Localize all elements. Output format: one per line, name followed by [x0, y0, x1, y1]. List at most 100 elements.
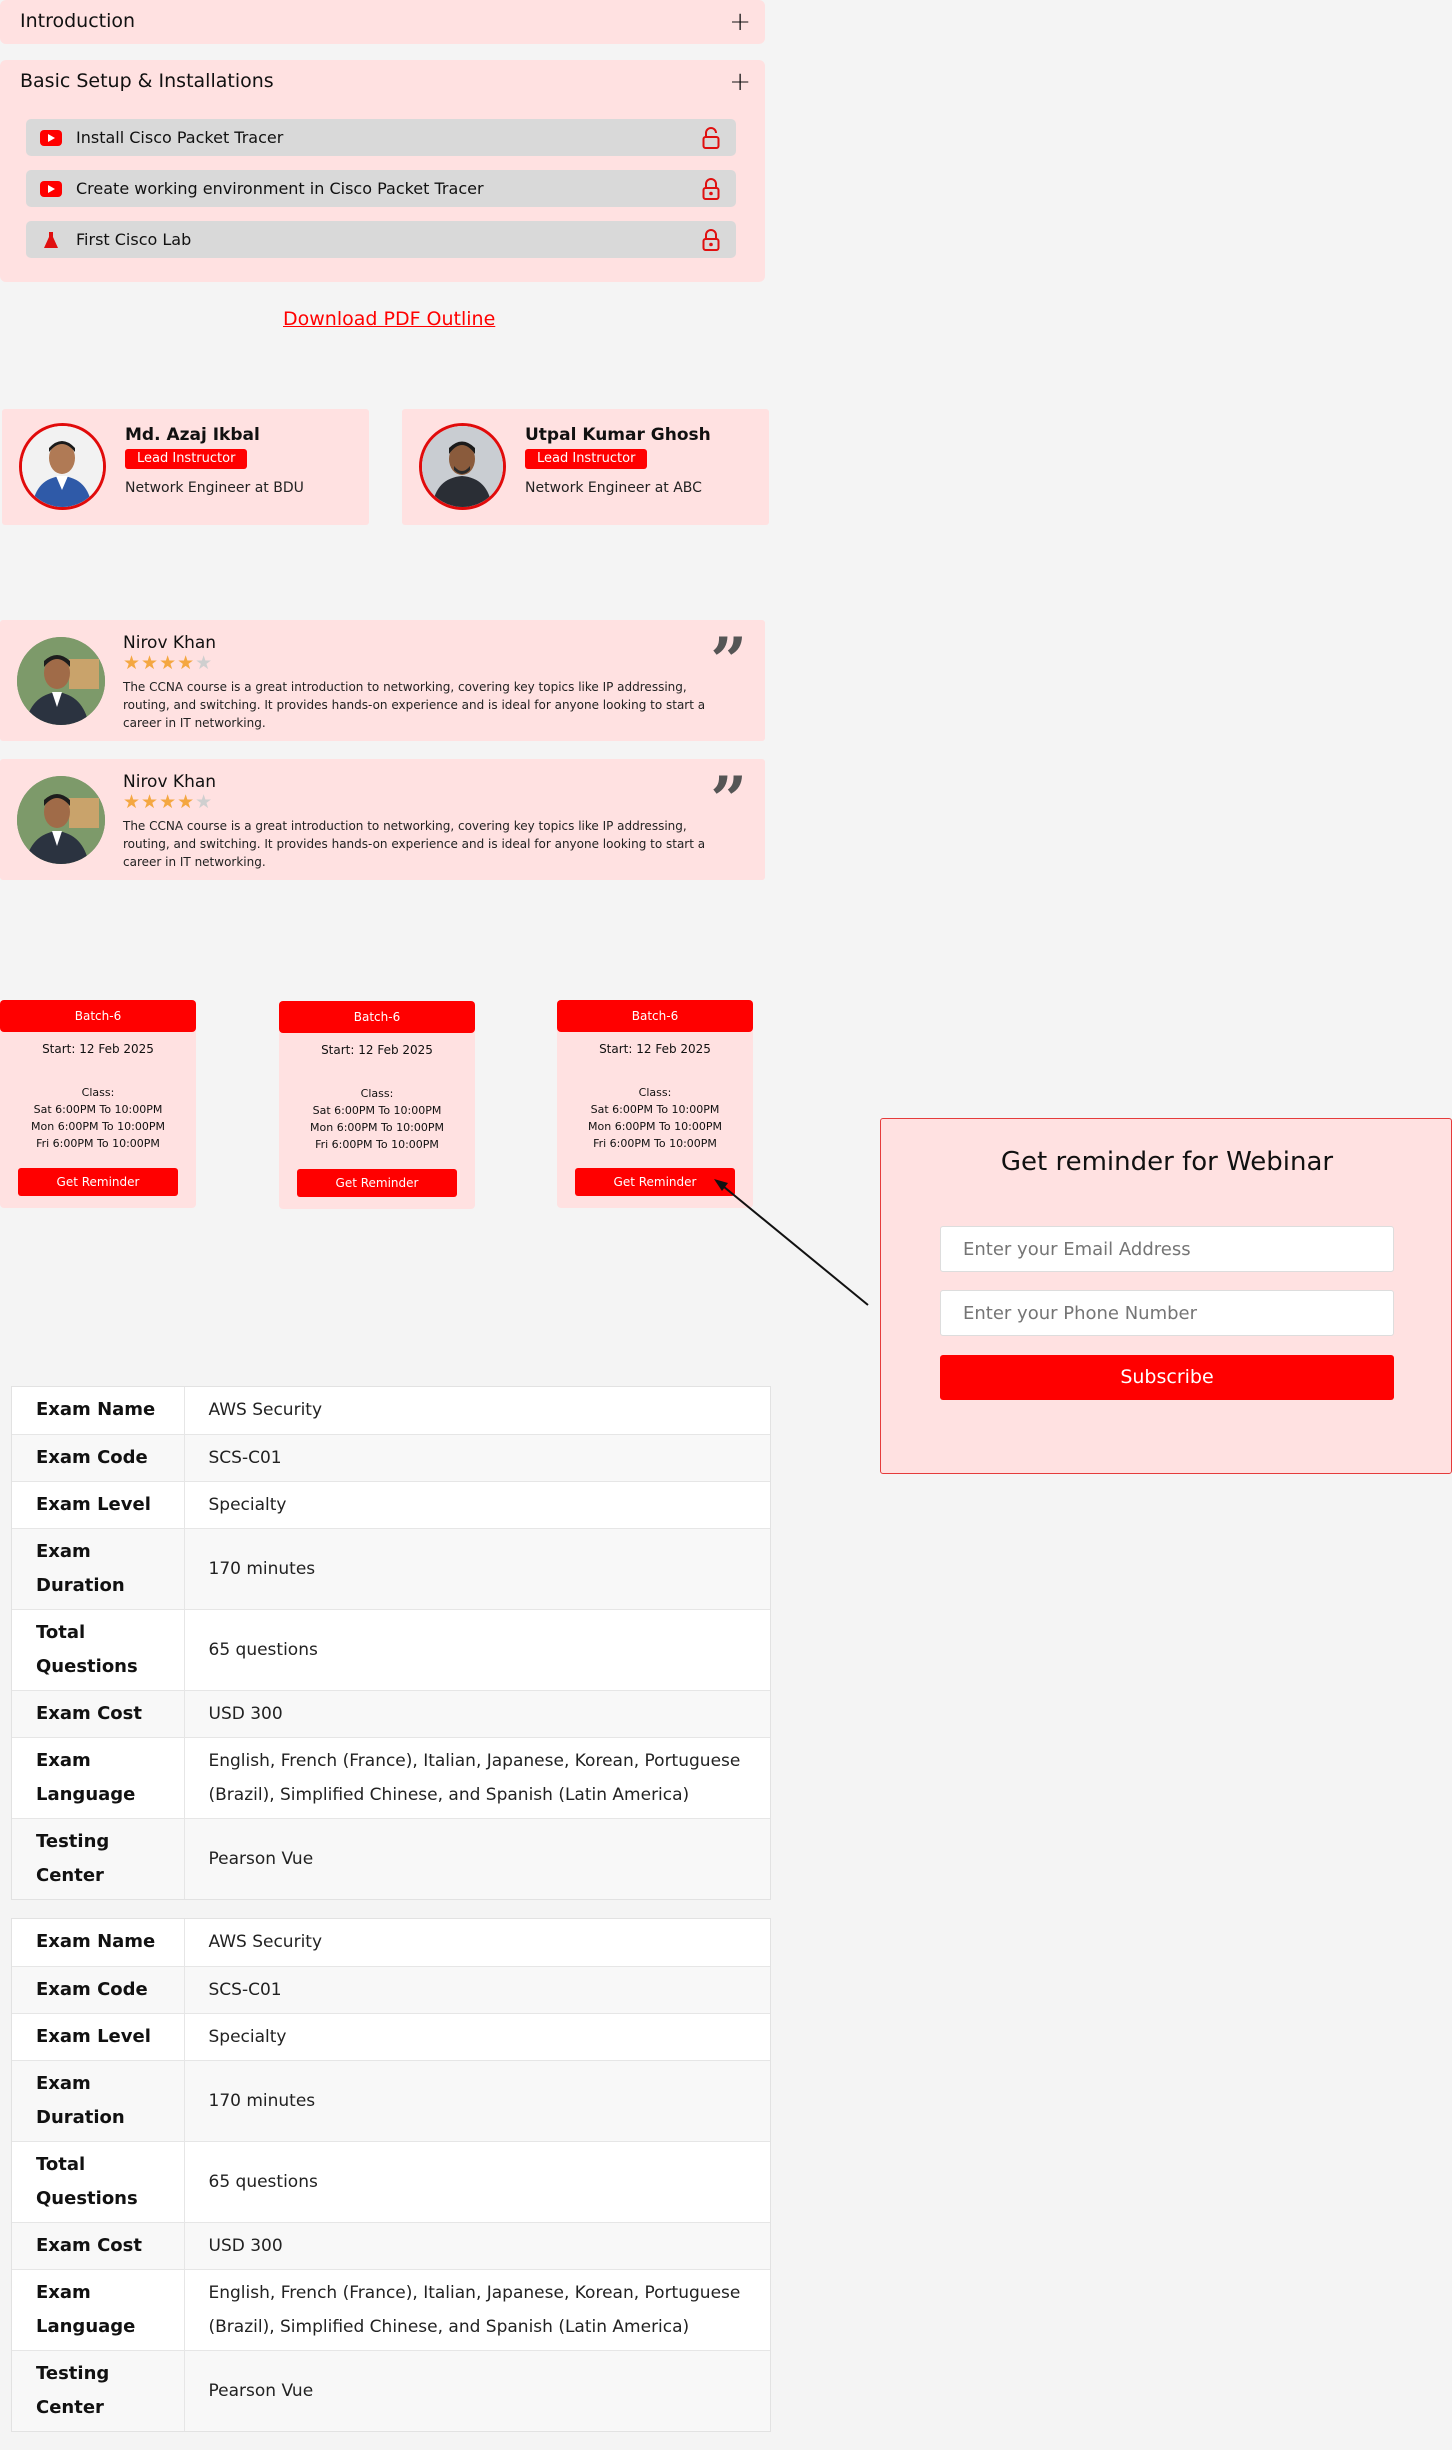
row-value: AWS Security	[208, 1400, 323, 1421]
schedule-line: Sat 6:00PM To 10:00PM	[312, 1104, 442, 1117]
row-key: Testing Center	[12, 2349, 185, 2431]
avatar	[419, 423, 506, 510]
arrow-connector	[714, 1179, 869, 1306]
row-key: Exam Code	[12, 1965, 185, 2013]
instructor-card: Utpal Kumar Ghosh Lead Instructor Networ…	[402, 409, 769, 525]
lesson-item[interactable]: Install Cisco Packet Tracer	[26, 119, 736, 156]
table-row: Testing Center Pearson Vue	[12, 2349, 770, 2431]
row-value: USD 300	[184, 2221, 770, 2269]
review-card: Nirov Khan ★★★★★ The CCNA course is a gr…	[0, 759, 765, 880]
email-field[interactable]	[940, 1226, 1394, 1272]
download-pdf-link[interactable]: Download PDF Outline	[283, 308, 495, 330]
star-empty-icon: ★	[195, 791, 214, 813]
exam-details-table: Exam Name AWS Security Exam Code SCS-C01 E…	[11, 1918, 771, 2432]
lock-icon[interactable]	[702, 178, 720, 200]
reviewer-name: Nirov Khan	[123, 633, 217, 653]
phone-field[interactable]	[940, 1290, 1394, 1336]
row-value: English, French (France), Italian, Japan…	[184, 1736, 770, 1818]
table-row: Exam Duration 170 minutes	[12, 2059, 770, 2141]
table-row: Exam Level Specialty	[12, 2012, 770, 2060]
flask-icon	[44, 232, 58, 248]
webinar-title: Get reminder for Webinar	[1000, 1147, 1334, 1177]
schedule-line: Sat 6:00PM To 10:00PM	[33, 1103, 163, 1116]
schedule-line: Mon 6:00PM To 10:00PM	[31, 1120, 165, 1133]
table-row: Exam Code SCS-C01	[12, 1433, 770, 1481]
star-icon: ★★★★	[123, 791, 196, 813]
schedule-line: Fri 6:00PM To 10:00PM	[593, 1137, 717, 1150]
table-row: Testing Center Pearson Vue	[12, 1817, 770, 1899]
instructor-role: Network Engineer at ABC	[525, 480, 702, 496]
batch-title: Batch-6	[279, 1001, 475, 1033]
table-row: Exam Name AWS Security	[12, 1387, 770, 1434]
accordion-introduction[interactable]: Introduction +	[0, 0, 765, 44]
row-key: Testing Center	[12, 1817, 185, 1899]
table-row: Exam Code SCS-C01	[12, 1965, 770, 2013]
batch-start-date: Start: 12 Feb 2025	[599, 1042, 711, 1056]
lesson-label: First Cisco Lab	[76, 230, 192, 249]
youtube-icon	[40, 130, 62, 146]
avatar	[17, 637, 105, 725]
schedule-line: Fri 6:00PM To 10:00PM	[36, 1137, 160, 1150]
row-value: SCS-C01	[184, 1433, 770, 1481]
subscribe-button[interactable]: Subscribe	[940, 1355, 1394, 1400]
table-row: Total Questions 65 questions	[12, 1608, 770, 1690]
unlock-icon[interactable]	[702, 127, 720, 149]
table-row: Exam Duration 170 minutes	[12, 1527, 770, 1609]
get-reminder-button[interactable]: Get Reminder	[18, 1168, 178, 1196]
row-key: Total Questions	[12, 1608, 185, 1690]
quote-icon: ”	[710, 763, 747, 838]
row-key: Exam Cost	[12, 2221, 185, 2269]
batch-title: Batch-6	[0, 1000, 196, 1032]
batch-schedule: Class: Sat 6:00PM To 10:00PM Mon 6:00PM …	[0, 1084, 196, 1152]
lesson-item[interactable]: First Cisco Lab	[26, 221, 736, 258]
row-value: 170 minutes	[184, 1527, 770, 1609]
row-key: Exam Level	[12, 2012, 185, 2060]
row-key: Exam Language	[12, 2268, 185, 2350]
row-key: Exam Duration	[12, 2059, 185, 2141]
row-value: English, French (France), Italian, Japan…	[184, 2268, 770, 2350]
review-card: Nirov Khan ★★★★★ The CCNA course is a gr…	[0, 620, 765, 741]
instructor-name: Md. Azaj Ikbal	[125, 425, 260, 445]
avatar	[19, 423, 106, 510]
row-key: Exam Name	[12, 1919, 185, 1966]
row-value: 65 questions	[184, 2140, 770, 2222]
table-row: Exam Level Specialty	[12, 1480, 770, 1528]
batch-card: Batch-6 Start: 12 Feb 2025 Class: Sat 6:…	[279, 1001, 475, 1209]
quote-icon: ”	[710, 624, 747, 699]
get-reminder-button[interactable]: Get Reminder	[297, 1169, 457, 1197]
avatar	[17, 776, 105, 864]
class-label: Class:	[360, 1087, 394, 1100]
batch-start-date: Start: 12 Feb 2025	[42, 1042, 154, 1056]
lead-instructor-badge: Lead Instructor	[525, 449, 648, 469]
row-key: Exam Code	[12, 1433, 185, 1481]
row-key: Exam Duration	[12, 1527, 185, 1609]
row-key: Exam Level	[12, 1480, 185, 1528]
batch-schedule: Class: Sat 6:00PM To 10:00PM Mon 6:00PM …	[557, 1084, 753, 1152]
lock-icon[interactable]	[702, 229, 720, 251]
plus-icon[interactable]: +	[729, 69, 751, 95]
row-value: Specialty	[184, 1480, 770, 1528]
review-text: The CCNA course is a great introduction …	[123, 680, 706, 730]
row-value: USD 300	[184, 1689, 770, 1737]
table-row: Total Questions 65 questions	[12, 2140, 770, 2222]
accordion-title[interactable]: Basic Setup & Installations	[20, 70, 274, 92]
row-key: Total Questions	[12, 2140, 185, 2222]
instructor-card: Md. Azaj Ikbal Lead Instructor Network E…	[2, 409, 369, 525]
youtube-icon	[40, 181, 62, 197]
lesson-item[interactable]: Create working environment in Cisco Pack…	[26, 170, 736, 207]
batch-card: Batch-6 Start: 12 Feb 2025 Class: Sat 6:…	[0, 1000, 196, 1208]
table-row: Exam Language English, French (France), I…	[12, 2268, 770, 2350]
plus-icon[interactable]: +	[729, 9, 751, 35]
class-label: Class:	[638, 1086, 672, 1099]
row-value: Pearson Vue	[184, 2349, 770, 2431]
row-value: Pearson Vue	[184, 1817, 770, 1899]
star-icon: ★★★★	[123, 652, 196, 674]
table-row: Exam Name AWS Security	[12, 1919, 770, 1966]
table-row: Exam Cost USD 300	[12, 1689, 770, 1737]
row-key: Exam Language	[12, 1736, 185, 1818]
row-value: Specialty	[184, 2012, 770, 2060]
row-key: Exam Cost	[12, 1689, 185, 1737]
class-label: Class:	[81, 1086, 115, 1099]
batch-schedule: Class: Sat 6:00PM To 10:00PM Mon 6:00PM …	[279, 1085, 475, 1153]
schedule-line: Fri 6:00PM To 10:00PM	[315, 1138, 439, 1151]
